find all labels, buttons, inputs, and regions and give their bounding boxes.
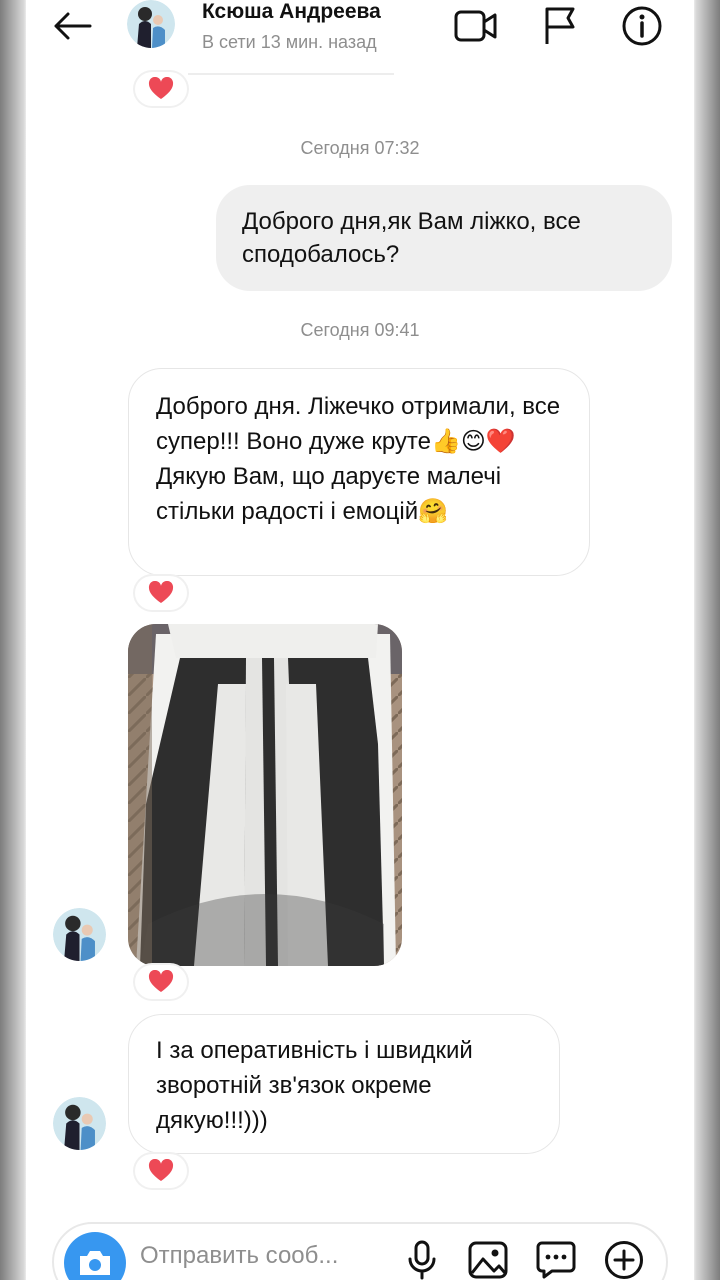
- video-call-icon: [454, 10, 497, 42]
- contact-status: В сети 13 мин. назад: [202, 32, 377, 52]
- plus-icon: [605, 1241, 643, 1279]
- sender-avatar[interactable]: [53, 1097, 106, 1150]
- video-call-button[interactable]: [454, 4, 498, 48]
- heart-icon: [148, 581, 174, 603]
- incoming-message[interactable]: Доброго дня. Ліжечко отримали, все супер…: [128, 368, 590, 576]
- report-button[interactable]: [538, 4, 582, 48]
- sticker-icon: [536, 1241, 576, 1279]
- contact-avatar[interactable]: [127, 0, 175, 48]
- sender-avatar[interactable]: [53, 908, 106, 961]
- timestamp: Сегодня 09:41: [300, 320, 420, 340]
- camera-icon: [80, 1251, 110, 1275]
- previous-message-edge: [188, 73, 394, 75]
- back-arrow-icon: [54, 12, 92, 40]
- voice-message-button[interactable]: [400, 1238, 444, 1280]
- reaction-badge[interactable]: [135, 72, 187, 106]
- camera-button[interactable]: [64, 1232, 126, 1280]
- contact-name[interactable]: Ксюша Андреева: [202, 0, 381, 24]
- reaction-badge[interactable]: [135, 1154, 187, 1188]
- heart-icon: [148, 1159, 174, 1181]
- gallery-icon: [468, 1241, 508, 1279]
- back-button[interactable]: [50, 8, 94, 44]
- flag-icon: [545, 7, 575, 44]
- photo-message[interactable]: [128, 624, 402, 966]
- reaction-badge[interactable]: [135, 965, 187, 999]
- sticker-button[interactable]: [534, 1238, 578, 1280]
- info-icon: [622, 6, 662, 46]
- outgoing-message[interactable]: Доброго дня,як Вам ліжко, все сподобалос…: [216, 185, 672, 291]
- more-options-button[interactable]: [602, 1238, 646, 1280]
- microphone-icon: [408, 1240, 436, 1280]
- heart-icon: [148, 970, 174, 992]
- gallery-button[interactable]: [466, 1238, 510, 1280]
- incoming-message[interactable]: І за оперативність і швидкий зворотній з…: [128, 1014, 560, 1154]
- chat-header: Ксюша Андреева В сети 13 мин. назад: [26, 0, 694, 56]
- message-input[interactable]: [140, 1236, 380, 1276]
- chat-screen: Ксюша Андреева В сети 13 мин. назад Сего…: [26, 0, 694, 1280]
- message-composer: [52, 1222, 668, 1280]
- heart-icon: [148, 77, 174, 99]
- info-button[interactable]: [620, 4, 664, 48]
- reaction-badge[interactable]: [135, 576, 187, 610]
- timestamp: Сегодня 07:32: [300, 138, 420, 158]
